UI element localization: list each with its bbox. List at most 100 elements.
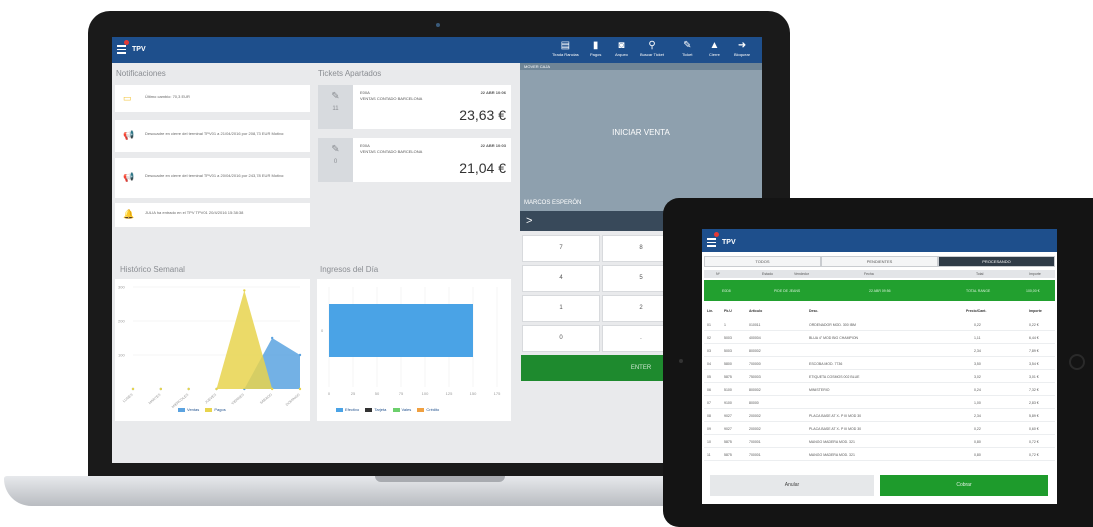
toolbar-button-3[interactable]: ⚲ Buscar Ticket [640, 40, 664, 57]
cell-pk: 5800 [724, 362, 732, 366]
key-6[interactable]: 0 [522, 325, 600, 352]
cell-desc: PLACA BASE AT X- P III MOD 30 [809, 414, 862, 418]
app-title: TPV [132, 46, 146, 53]
data-point-ventas [270, 336, 274, 340]
cell-lin: 08 [707, 414, 711, 418]
ticket-amount: 21,04 € [459, 160, 506, 176]
cancel-button[interactable]: Anular [710, 475, 874, 496]
legend-label-ventas: Ventas [187, 407, 200, 412]
cell-desc: MANGO MADERA MOD. 321 [809, 453, 855, 457]
move-cash-header[interactable]: MOVER CAJA [520, 63, 762, 70]
col-seller[interactable]: Vendedor [794, 272, 809, 276]
lines-col-desc: Desc. [809, 309, 819, 313]
order-date: 22 ABR 09:56 [869, 289, 891, 293]
data-point-ventas [298, 353, 302, 357]
toolbar-label: Cierre [709, 52, 720, 57]
payments-icon: ▮ [592, 40, 599, 51]
toolbar-button-2[interactable]: ◙ Arqueo [615, 40, 628, 57]
checkout-button[interactable]: Cobrar [880, 475, 1048, 496]
toolbar-label: Bloquear [734, 52, 751, 57]
start-sale-button[interactable]: INICIAR VENTA [520, 128, 762, 137]
ticket-amount: 23,63 € [459, 107, 506, 123]
notifications-title: Notificaciones [116, 69, 166, 78]
tab-procesando[interactable]: PROCESANDO [938, 256, 1055, 267]
cell-art: 700001 [749, 453, 761, 457]
table-row[interactable]: 10 5875 700001 MANGO MADERA MOD. 321 0,80 0,7… [704, 436, 1055, 448]
col-amount[interactable]: Importe [1029, 272, 1041, 276]
cell-desc: ORDENADOR MOD. 300 IBM [809, 323, 856, 327]
tab-pendientes[interactable]: PENDIENTES [821, 256, 938, 267]
start-sale-area[interactable]: INICIAR VENTA MARCOS ESPERÓN [520, 70, 762, 211]
notification-item[interactable]: 🔔 JULIA ha entrado en el TPV TPV01 20/4/2… [115, 203, 310, 227]
laptop-notch [375, 476, 505, 482]
weekly-chart: 300 200 100 LUNES MARTES MIERCOLES JUEVES VIERN… [115, 279, 310, 421]
table-row[interactable]: 01 1 010011 ORDENADOR MOD. 300 IBM 0,22 0,22 … [704, 319, 1055, 331]
cell-lin: 07 [707, 401, 711, 405]
logout-icon: ➜ [737, 40, 747, 51]
cell-desc: ETIQUETA COSMOS 002 BLUE [809, 375, 860, 379]
cell-art: 400004 [749, 336, 761, 340]
ticket-desc: VENTAS CONTADO BARCELONA [360, 149, 423, 154]
cell-pk: 5875 [724, 440, 732, 444]
table-row[interactable]: 03 5003 800002 2,34 7,89 € [704, 345, 1055, 357]
search-icon: ⚲ [648, 40, 656, 51]
x-tick-label: JUEVES [204, 392, 218, 404]
cell-lin: 10 [707, 440, 711, 444]
cell-lin: 06 [707, 388, 711, 392]
notification-item[interactable]: ▭ Último cambio: 70,3 EUR [115, 85, 310, 112]
table-row[interactable]: 05 5875 750003 ETIQUETA COSMOS 002 BLUE 3,02… [704, 371, 1055, 383]
cell-price: 0,22 [974, 323, 981, 327]
table-row[interactable]: 07 9100 80000 1,00 2,83 € [704, 397, 1055, 409]
table-row[interactable]: 04 5800 700000 ESCOBA MOD. 7736 3,50 3,54 € [704, 358, 1055, 370]
x-tick-label: LUNES [122, 392, 134, 403]
x-tick-label: 0 [328, 391, 331, 396]
tab-todos[interactable]: TODOS [704, 256, 821, 267]
notification-item[interactable]: 📢 Descuadre en cierre del terminal TPV01 … [115, 158, 310, 198]
cell-total: 0,72 € [1029, 453, 1039, 457]
toolbar-button-1[interactable]: ▮ Pagos [590, 40, 601, 57]
data-point-pagos [131, 387, 135, 391]
col-number[interactable]: Nº [716, 272, 720, 276]
cell-pk: 9027 [724, 414, 732, 418]
cell-price: 0,22 [974, 427, 981, 431]
col-total[interactable]: Total [976, 272, 983, 276]
tablet-device: TPV TODOS PENDIENTES PROCESANDO Nº Estad… [663, 198, 1093, 527]
tickets-title: Tickets Apartados [318, 69, 382, 78]
cell-art: 200002 [749, 414, 761, 418]
cell-art: 010011 [749, 323, 761, 327]
table-row[interactable]: 08 9027 200002 PLACA BASE AT X- P III MOD 3… [704, 410, 1055, 422]
daily-chart-title: Ingresos del Día [320, 265, 379, 274]
y-tick-label: 200 [118, 319, 125, 324]
lock-icon: ▲ [709, 40, 720, 51]
table-row[interactable]: 06 5100 800002 MINISTERIO 0,24 7,32 € [704, 384, 1055, 396]
notification-item[interactable]: 📢 Descuadre en cierre del terminal TPV01 … [115, 120, 310, 152]
toolbar-button-0[interactable]: ▤ Tirada Rancias [552, 40, 579, 57]
table-row[interactable]: 02 5003 400004 BLUA 4" MOD BIG CHAMPION 1,11… [704, 332, 1055, 344]
key-4[interactable]: 1 [522, 295, 600, 322]
cell-lin: 02 [707, 336, 711, 340]
toolbar-button-6[interactable]: ➜ Bloquear [734, 40, 750, 57]
selected-order-row[interactable]: E0D8 PIDE DE JEANS 22 ABR 09:56 TOTAL RA… [704, 280, 1055, 301]
table-row[interactable]: 11 5875 700001 MANGO MADERA MOD. 321 0,80 0,7… [704, 449, 1055, 461]
megaphone-icon: 📢 [123, 130, 135, 140]
cell-total: 0,72 € [1029, 440, 1039, 444]
x-tick-label: 25 [351, 391, 356, 396]
key-0[interactable]: 7 [522, 235, 600, 262]
tablet-notification-dot [714, 232, 719, 237]
ticket-card[interactable]: ✎ 0 E00A VENTAS CONTADO BARCELONA 22 ABR 10:… [318, 138, 511, 182]
notification-text: Descuadre en cierre del terminal TPV01 a… [145, 173, 285, 178]
hamburger-menu-icon[interactable] [117, 45, 126, 54]
col-date[interactable]: Fecha [864, 272, 874, 276]
toolbar-button-5[interactable]: ▲ Cierre [709, 40, 720, 57]
key-2[interactable]: 4 [522, 265, 600, 292]
cell-pk: 5875 [724, 453, 732, 457]
ticket-card[interactable]: ✎ 11 E00A VENTAS CONTADO BARCELONA 22 ABR 10… [318, 85, 511, 129]
cell-lin: 04 [707, 362, 711, 366]
toolbar-button-4[interactable]: ✎ Ticket [682, 40, 693, 57]
tablet-hamburger-menu-icon[interactable] [707, 238, 716, 247]
lines-col-amount: Importe [1029, 309, 1042, 313]
col-status[interactable]: Estado [762, 272, 773, 276]
legend-swatch-tarjeta [365, 407, 373, 412]
cell-pk: 5100 [724, 388, 732, 392]
table-row[interactable]: 09 9027 200002 PLACA BASE AT X- P III MOD 3… [704, 423, 1055, 435]
